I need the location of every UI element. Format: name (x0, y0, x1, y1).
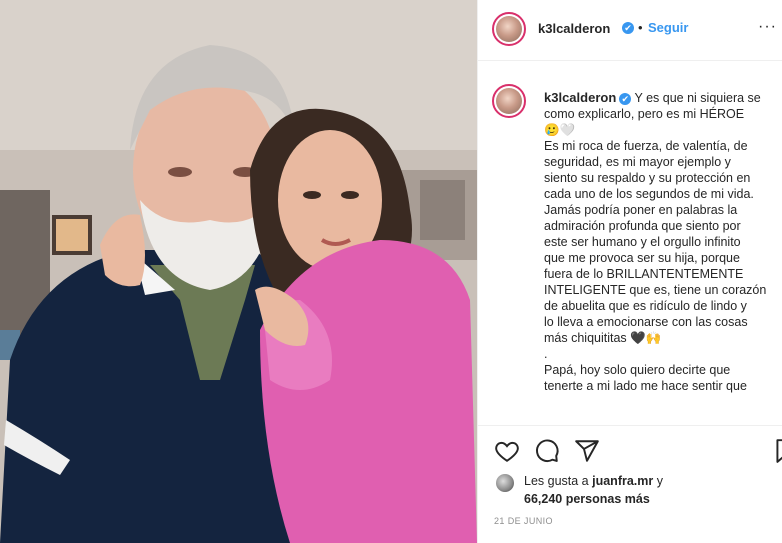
caption-line: fuera de lo BRILLANTENTEMENTE (544, 267, 744, 281)
header-username[interactable]: k3lcalderon (538, 21, 610, 36)
caption-username[interactable]: k3lcalderon (544, 90, 616, 105)
more-options-icon[interactable]: ··· (758, 18, 777, 36)
comment-icon[interactable] (534, 438, 560, 464)
save-bookmark-icon[interactable] (772, 438, 782, 464)
like-heart-icon[interactable] (494, 438, 520, 464)
post-date[interactable]: 21 DE JUNIO (494, 516, 553, 526)
likes-count[interactable]: 66,240 (524, 492, 562, 506)
caption-line: seguridad, es mi mayor ejemplo y (544, 155, 731, 169)
caption-line: Es mi roca de fuerza, de valentía, de (544, 139, 748, 153)
action-bar (478, 425, 782, 476)
likes-joiner: y (656, 474, 663, 488)
caption-line: lo lleva a emocionarse con las cosas (544, 315, 748, 329)
post-header: k3lcalderon ✔ • Seguir ··· (478, 0, 782, 61)
caption-line: este ser humano y el orgullo infinito (544, 235, 741, 249)
caption-line: como explicarlo, pero es mi HÉROE (544, 107, 745, 121)
caption-line: cada uno de los segundos de mi vida. (544, 187, 754, 201)
caption-line: siento su respaldo y su protección en (544, 171, 751, 185)
caption-avatar[interactable] (492, 84, 526, 118)
caption-line: admiración profunda que siento por (544, 219, 741, 233)
caption-line: de abuelita que es ridículo de lindo y (544, 299, 747, 313)
caption-line: Y es que ni siquiera se (634, 91, 761, 105)
verified-badge-icon: ✔ (622, 22, 634, 34)
header-separator: • (638, 20, 643, 35)
verified-badge-icon: ✔ (619, 92, 632, 105)
caption-line: más chiquititas 🖤🙌 (544, 331, 662, 345)
caption-line: . (544, 347, 548, 361)
liker-username[interactable]: juanfra.mr (592, 474, 653, 488)
caption-line: Papá, hoy solo quiero decirte que (544, 363, 731, 377)
liker-avatar[interactable] (496, 474, 514, 492)
likes-summary[interactable]: Les gusta a juanfra.mr y 66,240 personas… (524, 472, 663, 508)
avatar[interactable] (492, 12, 526, 46)
share-icon[interactable] (574, 438, 600, 464)
post-photo[interactable] (0, 0, 477, 543)
photo-illustration (0, 0, 477, 543)
post-sidebar: k3lcalderon ✔ • Seguir ··· k3lcalderon ✔ … (477, 0, 782, 543)
caption-line: Jamás podría poner en palabras la (544, 203, 738, 217)
likes-prefix: Les gusta a (524, 474, 589, 488)
caption-line: INTELIGENTE que es, tiene un corazón (544, 283, 767, 297)
follow-button[interactable]: Seguir (648, 20, 688, 35)
caption-line: tenerte a mi lado me hace sentir que (544, 379, 747, 393)
caption-line: 🥲🤍 (544, 123, 576, 137)
caption: k3lcalderon ✔ Y es que ni siquiera se com… (544, 90, 780, 394)
caption-line: que me provoca ser su hija, porque (544, 251, 740, 265)
likes-suffix[interactable]: personas más (566, 492, 650, 506)
